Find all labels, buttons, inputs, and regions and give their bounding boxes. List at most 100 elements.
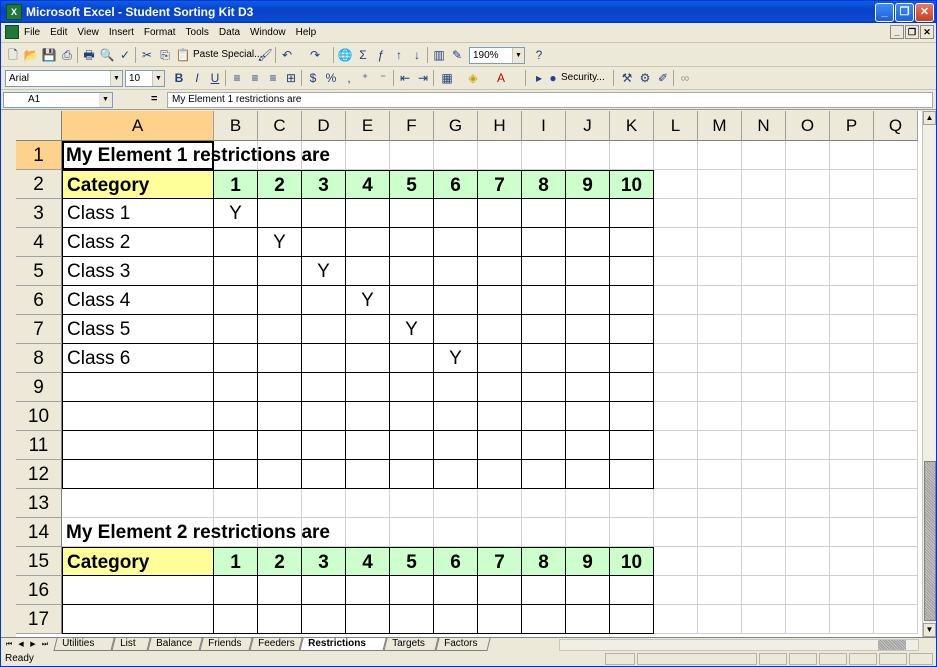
table-cell[interactable] bbox=[478, 373, 522, 402]
workbook-minimize-button[interactable]: _ bbox=[890, 25, 904, 39]
column-header-k[interactable]: K bbox=[610, 111, 654, 141]
tab-feeders[interactable]: Feeders bbox=[249, 638, 303, 651]
row-header-10[interactable]: 10 bbox=[16, 402, 62, 431]
grid-cell[interactable] bbox=[698, 518, 742, 547]
horizontal-scrollbar[interactable] bbox=[559, 639, 919, 651]
grid-cell[interactable] bbox=[874, 547, 918, 576]
table-cell[interactable] bbox=[434, 431, 478, 460]
column-header-d[interactable]: D bbox=[302, 111, 346, 141]
class-name-cell[interactable]: Class 5 bbox=[62, 315, 214, 344]
column-header-o[interactable]: O bbox=[786, 111, 830, 141]
menu-edit[interactable]: Edit bbox=[49, 27, 68, 38]
save-icon[interactable]: 💾 bbox=[41, 47, 57, 63]
help-icon[interactable]: ? bbox=[531, 47, 547, 63]
grid-cell[interactable] bbox=[434, 489, 478, 518]
tab-factors[interactable]: Factors bbox=[435, 638, 491, 651]
grid-cell[interactable] bbox=[830, 344, 874, 373]
tab-targets[interactable]: Targets bbox=[383, 638, 439, 651]
table-cell[interactable] bbox=[434, 199, 478, 228]
row-header-12[interactable]: 12 bbox=[16, 460, 62, 489]
sort-ascending-icon[interactable]: ↑ bbox=[391, 47, 407, 63]
row-header-9[interactable]: 9 bbox=[16, 373, 62, 402]
table-cell[interactable] bbox=[434, 402, 478, 431]
category-number-cell[interactable]: 3 bbox=[302, 547, 346, 576]
grid-cell[interactable] bbox=[874, 402, 918, 431]
visual-basic-icon[interactable]: ✐ bbox=[655, 70, 671, 86]
grid-cell[interactable] bbox=[786, 518, 830, 547]
category-number-cell[interactable]: 7 bbox=[478, 170, 522, 199]
grid-cell[interactable] bbox=[830, 460, 874, 489]
table-cell[interactable] bbox=[522, 460, 566, 489]
table-cell[interactable] bbox=[434, 228, 478, 257]
grid-cell[interactable] bbox=[698, 199, 742, 228]
row-header-8[interactable]: 8 bbox=[16, 344, 62, 373]
class-name-cell[interactable]: Class 4 bbox=[62, 286, 214, 315]
grid-cell[interactable] bbox=[742, 431, 786, 460]
table-cell[interactable] bbox=[346, 402, 390, 431]
table-cell[interactable] bbox=[478, 257, 522, 286]
grid-cell[interactable] bbox=[698, 576, 742, 605]
decrease-indent-icon[interactable]: ⇤ bbox=[397, 70, 413, 86]
grid-cell[interactable] bbox=[522, 489, 566, 518]
grid-cell[interactable] bbox=[742, 257, 786, 286]
table-cell[interactable] bbox=[522, 402, 566, 431]
table-cell[interactable] bbox=[566, 373, 610, 402]
category-number-cell[interactable]: 7 bbox=[478, 547, 522, 576]
grid-cell[interactable] bbox=[786, 373, 830, 402]
grid-cell[interactable] bbox=[698, 431, 742, 460]
italic-icon[interactable]: I bbox=[189, 70, 205, 86]
grid-cell[interactable] bbox=[786, 605, 830, 634]
table-cell[interactable] bbox=[478, 344, 522, 373]
table-cell[interactable] bbox=[478, 576, 522, 605]
class-name-cell[interactable]: Class 2 bbox=[62, 228, 214, 257]
class-name-cell[interactable]: Class 1 bbox=[62, 199, 214, 228]
table-cell[interactable] bbox=[258, 460, 302, 489]
grid-cell[interactable] bbox=[742, 489, 786, 518]
grid-cell[interactable] bbox=[434, 141, 478, 170]
grid-cell[interactable] bbox=[830, 199, 874, 228]
table-cell[interactable] bbox=[566, 344, 610, 373]
open-icon[interactable]: 📂 bbox=[23, 47, 39, 63]
select-all-corner[interactable] bbox=[16, 111, 62, 141]
grid-cell[interactable] bbox=[830, 141, 874, 170]
table-cell[interactable] bbox=[62, 373, 214, 402]
column-header-j[interactable]: J bbox=[566, 111, 610, 141]
paste-icon[interactable]: 📋 bbox=[175, 47, 191, 63]
grid-cell[interactable] bbox=[390, 489, 434, 518]
grid-cell[interactable] bbox=[654, 373, 698, 402]
paste-special-button[interactable]: Paste Special... bbox=[193, 47, 262, 63]
grid-cell[interactable] bbox=[742, 141, 786, 170]
category-number-cell[interactable]: 6 bbox=[434, 547, 478, 576]
workbook-close-button[interactable]: ✕ bbox=[920, 25, 934, 39]
row-header-2[interactable]: 2 bbox=[16, 170, 62, 199]
grid-cell[interactable] bbox=[830, 228, 874, 257]
grid-cell[interactable] bbox=[830, 170, 874, 199]
copy-icon[interactable]: ⎘ bbox=[157, 47, 173, 63]
grid-cell[interactable] bbox=[874, 199, 918, 228]
category-number-cell[interactable]: 2 bbox=[258, 547, 302, 576]
fill-color-icon[interactable]: ◈ bbox=[465, 70, 481, 86]
grid-cell[interactable] bbox=[654, 518, 698, 547]
grid-cell[interactable] bbox=[566, 489, 610, 518]
grid-cell[interactable] bbox=[698, 489, 742, 518]
table-cell[interactable] bbox=[302, 344, 346, 373]
permission-icon[interactable]: ⎙ bbox=[59, 47, 75, 63]
restriction-mark-cell[interactable]: Y bbox=[346, 286, 390, 315]
table-cell[interactable] bbox=[214, 286, 258, 315]
grid-cell[interactable] bbox=[214, 489, 258, 518]
restriction-mark-cell[interactable]: Y bbox=[434, 344, 478, 373]
table-cell[interactable] bbox=[566, 605, 610, 634]
restriction-mark-cell[interactable]: Y bbox=[390, 315, 434, 344]
cut-icon[interactable]: ✂ bbox=[139, 47, 155, 63]
table-cell[interactable] bbox=[346, 605, 390, 634]
minimize-button[interactable]: _ bbox=[875, 3, 894, 22]
row-header-13[interactable]: 13 bbox=[16, 489, 62, 518]
table-cell[interactable] bbox=[566, 286, 610, 315]
grid-cell[interactable] bbox=[654, 489, 698, 518]
table-cell[interactable] bbox=[258, 431, 302, 460]
bold-icon[interactable]: B bbox=[171, 70, 187, 86]
undo-icon[interactable]: ↶ bbox=[279, 47, 295, 63]
maximize-button[interactable]: ❐ bbox=[895, 3, 914, 22]
table-cell[interactable] bbox=[258, 402, 302, 431]
grid-cell[interactable] bbox=[390, 141, 434, 170]
